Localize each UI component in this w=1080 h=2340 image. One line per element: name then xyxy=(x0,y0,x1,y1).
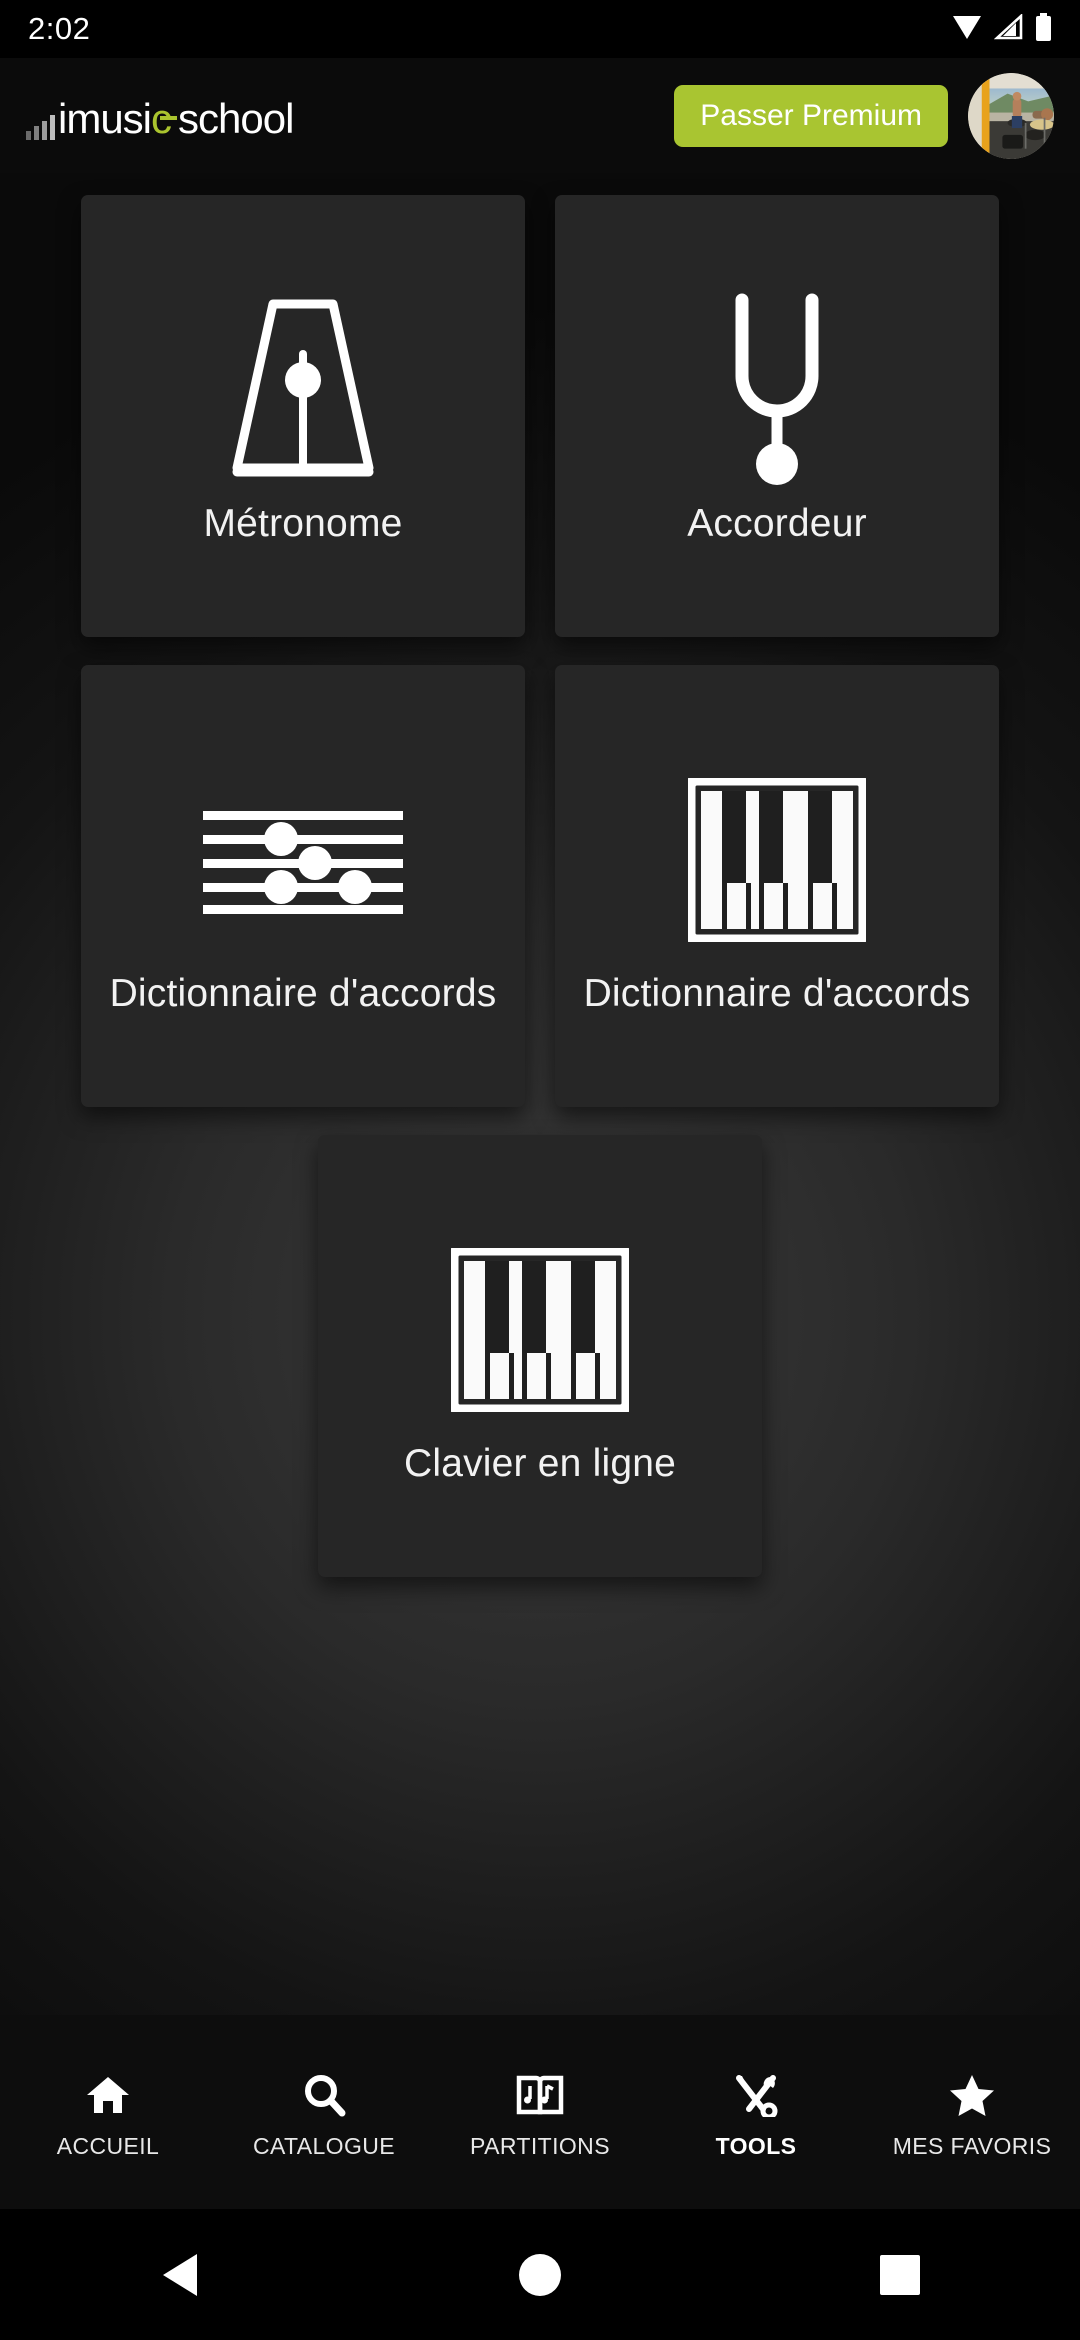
tool-card-accordeur[interactable]: Accordeur xyxy=(555,195,999,637)
logo-text-part-1: imusi xyxy=(58,94,152,142)
tool-card-label: Dictionnaire d'accords xyxy=(583,971,971,1015)
nav-item-catalogue[interactable]: CATALOGUE xyxy=(216,2065,432,2160)
tools-grid: Métronome Accordeur Dictionnaire d'accor… xyxy=(0,173,1080,1577)
tool-card-clavier-en-ligne[interactable]: Clavier en ligne xyxy=(318,1135,762,1577)
status-bar: 2:02 xyxy=(0,0,1080,58)
app-logo[interactable]: imusicschool xyxy=(26,92,294,142)
tool-card-dictionnaire-accords-staff[interactable]: Dictionnaire d'accords xyxy=(81,665,525,1107)
equalizer-bars-icon xyxy=(26,114,55,140)
nav-item-label: MES FAVORIS xyxy=(892,2132,1052,2159)
nav-item-label: ACCUEIL xyxy=(56,2132,160,2159)
nav-item-accueil[interactable]: ACCUEIL xyxy=(0,2065,216,2160)
android-system-navigation-bar xyxy=(0,2209,1080,2340)
tool-card-metronome[interactable]: Métronome xyxy=(81,195,525,637)
logo-text-part-2: school xyxy=(178,94,294,142)
bottom-navigation-bar: ACCUEIL CATALOGUE PARTITIONS TOOLS MES F… xyxy=(0,2015,1080,2209)
status-bar-clock: 2:02 xyxy=(28,11,91,46)
nav-item-partitions[interactable]: PARTITIONS xyxy=(432,2065,648,2160)
battery-icon xyxy=(1035,12,1052,46)
home-circle-icon[interactable] xyxy=(440,2209,640,2340)
wifi-icon xyxy=(952,14,982,45)
tool-card-dictionnaire-accords-piano[interactable]: Dictionnaire d'accords xyxy=(555,665,999,1107)
home-icon xyxy=(85,2071,131,2119)
nav-item-tools[interactable]: TOOLS xyxy=(648,2065,864,2160)
logo-accent-dash xyxy=(160,115,178,120)
tuning-fork-icon xyxy=(712,285,842,495)
sheet-music-icon xyxy=(516,2071,564,2119)
back-triangle-icon[interactable] xyxy=(80,2209,280,2340)
status-bar-icons xyxy=(952,12,1052,46)
piano-keyboard-icon xyxy=(451,1225,629,1435)
search-icon xyxy=(302,2071,346,2119)
tools-icon xyxy=(733,2071,779,2119)
tool-card-label: Accordeur xyxy=(687,501,867,545)
tool-card-label: Métronome xyxy=(203,501,403,545)
piano-keyboard-icon xyxy=(688,755,866,965)
nav-item-label: TOOLS xyxy=(715,2132,797,2159)
app-logo-text: imusicschool xyxy=(58,94,294,142)
passer-premium-button[interactable]: Passer Premium xyxy=(674,84,948,147)
tools-page-content: Métronome Accordeur Dictionnaire d'accor… xyxy=(0,173,1080,2015)
tool-card-label: Clavier en ligne xyxy=(403,1441,676,1485)
metronome-icon xyxy=(219,285,387,495)
tool-card-label: Dictionnaire d'accords xyxy=(109,971,497,1015)
app-header: imusicschool Passer Premium xyxy=(0,58,1080,173)
avatar-image xyxy=(968,72,1054,159)
nav-item-label: CATALOGUE xyxy=(252,2132,396,2159)
recents-square-icon[interactable] xyxy=(800,2209,1000,2340)
star-icon xyxy=(948,2071,996,2119)
cellular-signal-icon xyxy=(993,12,1023,45)
avatar[interactable] xyxy=(968,72,1054,159)
nav-item-label: PARTITIONS xyxy=(470,2132,610,2159)
nav-item-mes-favoris[interactable]: MES FAVORIS xyxy=(864,2065,1080,2160)
music-staff-notes-icon xyxy=(203,755,403,965)
